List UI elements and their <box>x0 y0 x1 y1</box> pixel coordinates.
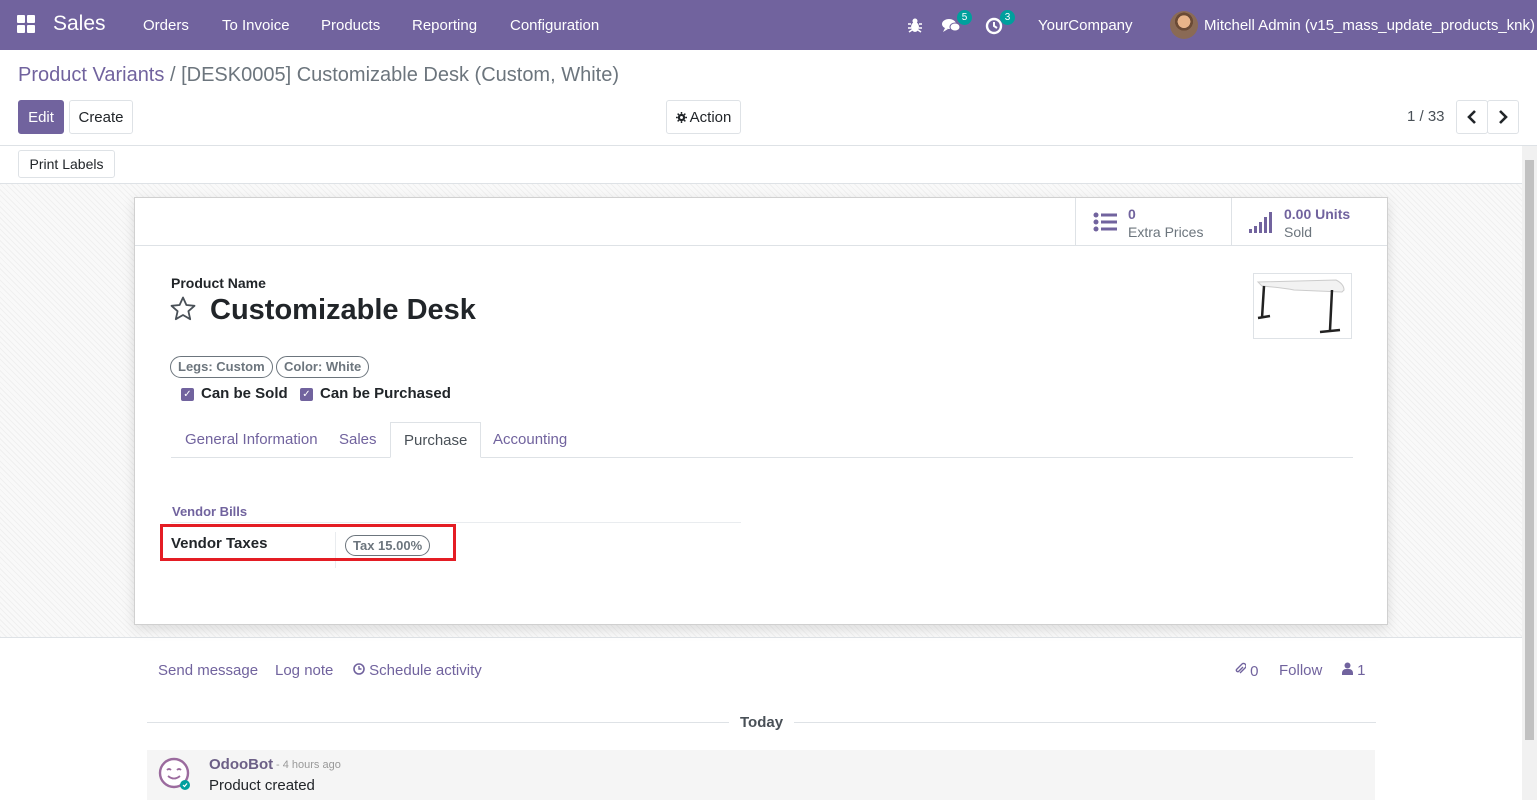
followers-count: 1 <box>1357 662 1366 679</box>
message-author[interactable]: OdooBot <box>209 756 273 773</box>
vendor-bills-group-title: Vendor Bills <box>172 504 248 519</box>
form-statusbar: Print Labels <box>0 146 1522 184</box>
schedule-activity-button[interactable]: Schedule activity <box>353 662 482 679</box>
clock-icon <box>353 663 365 675</box>
schedule-activity-label: Schedule activity <box>369 662 482 679</box>
today-separator-label: Today <box>740 714 784 731</box>
chevron-left-icon <box>1467 110 1476 124</box>
message-body: Product created <box>209 777 315 794</box>
tab-accounting[interactable]: Accounting <box>493 422 567 458</box>
extra-prices-label: Extra Prices <box>1128 224 1204 240</box>
product-image[interactable] <box>1253 273 1352 339</box>
app-name[interactable]: Sales <box>53 12 106 36</box>
product-name-field[interactable]: Customizable Desk <box>210 294 476 327</box>
apps-menu-icon[interactable] <box>17 15 35 33</box>
variant-tag-color: Color: White <box>276 356 370 378</box>
scrollbar-thumb[interactable] <box>1525 160 1534 740</box>
pager-next-button[interactable] <box>1487 100 1519 134</box>
extra-prices-button[interactable]: 0 Extra Prices <box>1075 198 1232 246</box>
user-avatar[interactable] <box>1170 11 1198 39</box>
highlight-box <box>160 524 456 561</box>
user-menu[interactable]: Mitchell Admin (v15_mass_update_products… <box>1204 17 1535 34</box>
edit-button[interactable]: Edit <box>18 100 64 134</box>
action-button[interactable]: Action <box>666 100 741 134</box>
action-label: Action <box>689 108 732 126</box>
company-switcher[interactable]: YourCompany <box>1038 17 1133 34</box>
log-note-button[interactable]: Log note <box>275 662 333 679</box>
smart-button-box: 0 Extra Prices 0.00 Units Sold <box>135 198 1387 246</box>
messages-chat-icon[interactable]: 5 <box>940 10 972 36</box>
messages-count-badge: 5 <box>957 10 972 25</box>
create-button[interactable]: Create <box>69 100 133 134</box>
pager-value[interactable]: 1 / 33 <box>1407 108 1445 125</box>
attachments-button[interactable]: 0 <box>1234 662 1259 680</box>
favorite-star-icon[interactable] <box>169 295 197 323</box>
chevron-right-icon <box>1499 110 1508 124</box>
odoobot-avatar-icon <box>158 757 190 790</box>
gear-icon <box>675 111 687 123</box>
vertical-scrollbar[interactable] <box>1522 146 1537 800</box>
menu-reporting[interactable]: Reporting <box>412 17 477 34</box>
message-date: - 4 hours ago <box>276 759 341 771</box>
tab-general-information[interactable]: General Information <box>185 422 318 458</box>
can-be-purchased-checkbox[interactable]: ✓ <box>300 388 313 401</box>
followers-button[interactable]: 1 <box>1342 662 1366 679</box>
send-message-button[interactable]: Send message <box>158 662 258 679</box>
product-name-label: Product Name <box>171 275 266 291</box>
units-sold-button[interactable]: 0.00 Units Sold <box>1231 198 1388 246</box>
can-be-sold-checkbox[interactable]: ✓ <box>181 388 194 401</box>
breadcrumb-parent[interactable]: Product Variants <box>18 64 164 86</box>
paperclip-icon <box>1235 662 1247 674</box>
user-icon <box>1342 662 1353 675</box>
units-sold-value: 0.00 Units <box>1284 206 1351 222</box>
chatter-message: OdooBot - 4 hours ago Product created <box>147 750 1375 800</box>
debug-bug-icon[interactable] <box>904 14 926 36</box>
tab-purchase[interactable]: Purchase <box>390 422 482 458</box>
signal-bars-icon <box>1249 212 1272 233</box>
activity-clock-icon[interactable]: 3 <box>983 10 1015 36</box>
group-separator <box>171 522 741 523</box>
units-sold-label: Sold <box>1284 224 1313 240</box>
desk-image <box>1256 279 1345 334</box>
menu-orders[interactable]: Orders <box>143 17 189 34</box>
can-be-sold-label[interactable]: Can be Sold <box>201 385 288 402</box>
breadcrumb: Product Variants / [DESK0005] Customizab… <box>18 64 619 87</box>
menu-products[interactable]: Products <box>321 17 380 34</box>
today-divider-right <box>794 722 1376 723</box>
menu-to-invoice[interactable]: To Invoice <box>222 17 290 34</box>
can-be-purchased-label[interactable]: Can be Purchased <box>320 385 451 402</box>
pager-previous-button[interactable] <box>1456 100 1488 134</box>
print-labels-button[interactable]: Print Labels <box>18 150 115 178</box>
top-navbar: Sales Orders To Invoice Products Reporti… <box>0 0 1537 50</box>
menu-configuration[interactable]: Configuration <box>510 17 599 34</box>
activities-count-badge: 3 <box>1000 10 1015 25</box>
extra-prices-value: 0 <box>1128 206 1136 222</box>
attachments-count: 0 <box>1250 663 1259 680</box>
variant-tag-legs: Legs: Custom <box>170 356 273 378</box>
tab-sales[interactable]: Sales <box>339 422 377 458</box>
breadcrumb-current: [DESK0005] Customizable Desk (Custom, Wh… <box>181 64 619 86</box>
today-divider-left <box>147 722 729 723</box>
breadcrumb-separator: / <box>169 64 176 86</box>
list-icon <box>1093 212 1117 232</box>
follow-button[interactable]: Follow <box>1279 662 1322 679</box>
